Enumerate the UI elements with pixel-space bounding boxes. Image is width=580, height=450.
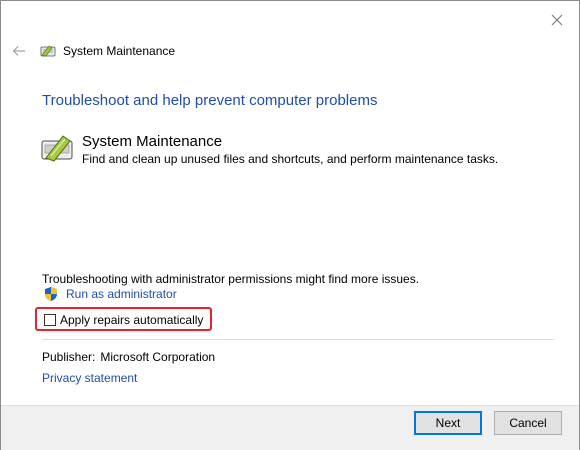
admin-note: Troubleshooting with administrator permi… — [42, 272, 420, 286]
privacy-statement-link[interactable]: Privacy statement — [42, 371, 137, 385]
next-button[interactable]: Next — [414, 411, 482, 435]
uac-shield-icon — [45, 287, 57, 301]
close-icon — [551, 14, 563, 26]
cancel-button[interactable]: Cancel — [494, 411, 562, 435]
close-button[interactable] — [546, 10, 568, 30]
run-as-administrator-link[interactable]: Run as administrator — [66, 287, 177, 301]
publisher-label: Publisher: — [42, 350, 96, 364]
publisher-info: Publisher: Microsoft Corporation — [42, 350, 215, 364]
apply-repairs-checkbox[interactable] — [44, 314, 56, 326]
troubleshooter-window: System Maintenance Troubleshoot and help… — [0, 0, 580, 450]
back-arrow-icon — [12, 46, 25, 56]
window-title: System Maintenance — [63, 44, 176, 58]
back-button[interactable] — [10, 42, 28, 60]
troubleshooter-name: System Maintenance — [82, 133, 223, 150]
page-heading: Troubleshoot and help prevent computer p… — [42, 92, 378, 109]
divider — [42, 339, 554, 340]
system-maintenance-icon — [40, 45, 56, 57]
troubleshooter-description: Find and clean up unused files and short… — [82, 152, 499, 166]
publisher-value: Microsoft Corporation — [100, 350, 216, 364]
system-maintenance-icon — [41, 135, 73, 162]
apply-repairs-label[interactable]: Apply repairs automatically — [60, 313, 203, 327]
footer-bar — [1, 405, 579, 450]
